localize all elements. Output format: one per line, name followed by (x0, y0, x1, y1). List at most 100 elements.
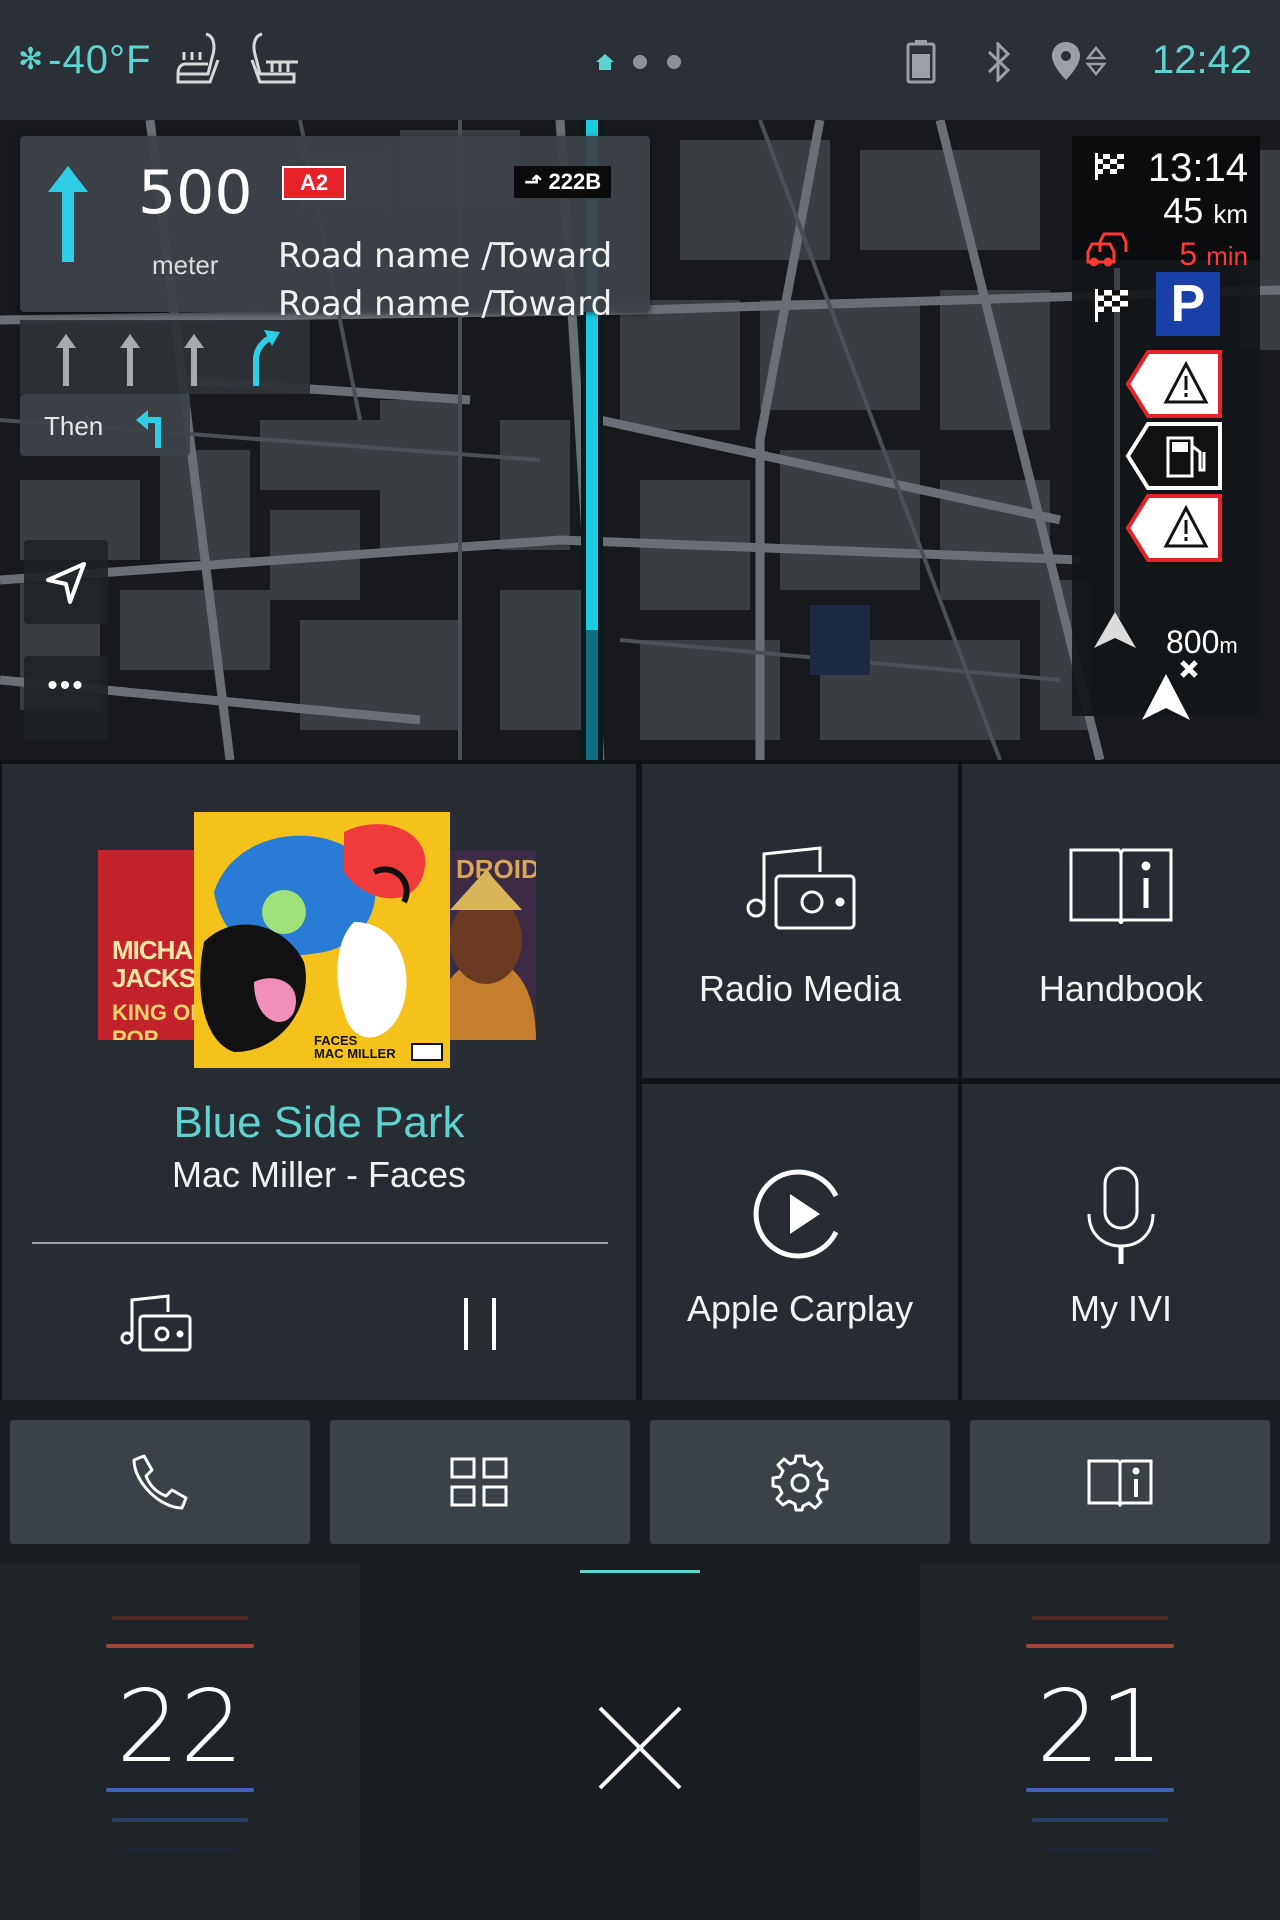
turn-left-icon (136, 410, 161, 448)
driver-temperature-control[interactable]: 22 (0, 1564, 360, 1920)
microphone-icon (1087, 1166, 1155, 1264)
home-icon[interactable] (596, 54, 614, 75)
destination-flag-icon (1095, 289, 1128, 322)
radio-media-icon (120, 1294, 192, 1352)
road-number-badge: A2 (282, 166, 347, 200)
close-icon[interactable] (594, 1702, 686, 1794)
album-title-text: FACES MAC MILLER (314, 1033, 396, 1061)
phone-button[interactable] (10, 1420, 310, 1544)
album-art-image (194, 812, 450, 1068)
arrow-up-icon (48, 166, 88, 262)
outside-temp-value: -40°F (48, 38, 152, 82)
traffic-icon (1086, 232, 1128, 267)
radio-media-tile[interactable]: Radio Media (642, 764, 958, 1078)
then-instruction: Then (20, 394, 190, 456)
clock: 12:42 (1152, 38, 1253, 82)
temp-up-indicator[interactable] (112, 1616, 248, 1620)
my-ivi-label: My IVI (1069, 1288, 1172, 1329)
status-bar: ✻ -40°F 12:42 (0, 0, 1280, 120)
temp-down-indicator[interactable] (1032, 1818, 1168, 1822)
track-title: Blue Side Park (173, 1098, 465, 1147)
turn-instruction-card[interactable]: 500 meter A2 ⬏ 222B Road name /Toward Ro… (20, 136, 650, 324)
distance-to-turn: 500 (138, 158, 253, 228)
phone-icon (132, 1454, 188, 1510)
radio-media-label: Radio Media (698, 968, 902, 1009)
lane-arrow-icon (184, 334, 204, 386)
remaining-distance: 45 km (1163, 190, 1248, 231)
cancel-route-icon (1142, 660, 1198, 720)
handbook-icon (1087, 1459, 1153, 1507)
bluetooth-icon (984, 40, 1014, 87)
album-carousel[interactable]: MICHAEL JACKSON KING OF POP DROID FACES … (96, 812, 546, 1072)
route-info-panel[interactable]: 13:14 45 km 5 min P 800m (1072, 136, 1260, 716)
seat-heater-left-icon[interactable] (170, 30, 226, 95)
then-label: Then (44, 411, 104, 441)
lane-arrow-icon (56, 334, 76, 386)
temp-down-indicator[interactable] (106, 1788, 254, 1792)
shortcut-bar (0, 1400, 1280, 1564)
apps-button[interactable] (330, 1420, 630, 1544)
settings-button[interactable] (650, 1420, 950, 1544)
page-dot[interactable] (632, 54, 648, 75)
passenger-temperature: 21 (1036, 1668, 1164, 1785)
driver-temperature: 22 (116, 1668, 244, 1785)
passenger-temperature-control[interactable]: 21 (920, 1564, 1280, 1920)
lane-guidance (20, 320, 310, 394)
temp-up-indicator[interactable] (106, 1644, 254, 1648)
battery-icon (906, 40, 936, 89)
fuel-station-icon[interactable] (1124, 422, 1224, 490)
outside-temperature: ✻ -40°F (18, 38, 151, 83)
seat-heater-right-icon[interactable] (250, 30, 306, 95)
handbook-tile[interactable]: Handbook (962, 764, 1280, 1078)
temp-down-indicator[interactable] (112, 1818, 248, 1822)
pause-icon (464, 1298, 468, 1350)
temp-down-indicator[interactable] (125, 1848, 235, 1852)
handbook-label: Handbook (1038, 968, 1204, 1009)
more-options-button[interactable]: ••• (24, 656, 108, 740)
eta-summary: 13:14 45 km 5 min (1072, 136, 1260, 272)
climate-bar: 22 21 (0, 1564, 1280, 1920)
climate-center (360, 1564, 920, 1920)
album-cover-current[interactable]: FACES MAC MILLER (194, 812, 450, 1068)
warning-alert-icon[interactable] (1124, 494, 1224, 562)
handbook-shortcut-button[interactable] (970, 1420, 1270, 1544)
distance-unit: meter (152, 250, 219, 280)
home-grid: MICHAEL JACKSON KING OF POP DROID FACES … (0, 760, 1280, 1400)
finish-flag-icon (1095, 153, 1124, 180)
apple-carplay-label: Apple Carplay (686, 1288, 914, 1329)
gear-icon (771, 1454, 829, 1512)
navigation-arrow-icon (46, 562, 86, 604)
next-alert-distance: 800m (1166, 624, 1238, 660)
arrival-time: 13:14 (1147, 146, 1248, 190)
exit-icon: ⬏ (524, 169, 549, 194)
apple-carplay-tile[interactable]: Apple Carplay (642, 1084, 958, 1400)
my-ivi-tile[interactable]: My IVI (962, 1084, 1280, 1400)
media-source-button[interactable] (118, 1294, 194, 1359)
end-navigation-button[interactable] (1136, 660, 1206, 735)
pause-button[interactable] (456, 1298, 506, 1354)
navigation-map[interactable]: 500 meter A2 ⬏ 222B Road name /Toward Ro… (0, 120, 1280, 760)
lane-arrow-active-icon (253, 330, 280, 386)
track-artist: Mac Miller - Faces (171, 1154, 467, 1195)
radio-media-icon (746, 846, 856, 930)
temp-up-indicator[interactable] (1026, 1644, 1174, 1648)
temp-down-indicator[interactable] (1026, 1788, 1174, 1792)
exit-number-badge: ⬏ 222B (514, 166, 612, 198)
handbook-icon (1069, 848, 1173, 924)
warning-alert-icon[interactable] (1124, 350, 1224, 418)
lane-arrow-icon (120, 334, 140, 386)
temp-up-indicator[interactable] (1032, 1616, 1168, 1620)
climate-tab-indicator (580, 1570, 700, 1573)
media-divider (32, 1242, 608, 1244)
location-icon (1052, 42, 1112, 87)
temp-down-indicator[interactable] (1045, 1848, 1155, 1852)
media-player-tile[interactable]: MICHAEL JACKSON KING OF POP DROID FACES … (2, 764, 636, 1400)
parking-icon[interactable]: P (1156, 272, 1220, 336)
road-name-line-2: Road name /Toward (278, 284, 613, 324)
grid-icon (450, 1457, 508, 1507)
page-dot[interactable] (666, 54, 682, 75)
vehicle-position-icon (1094, 612, 1136, 648)
snowflake-icon: ✻ (18, 43, 45, 76)
play-circle-icon (753, 1169, 839, 1259)
navigate-button[interactable] (24, 540, 108, 624)
